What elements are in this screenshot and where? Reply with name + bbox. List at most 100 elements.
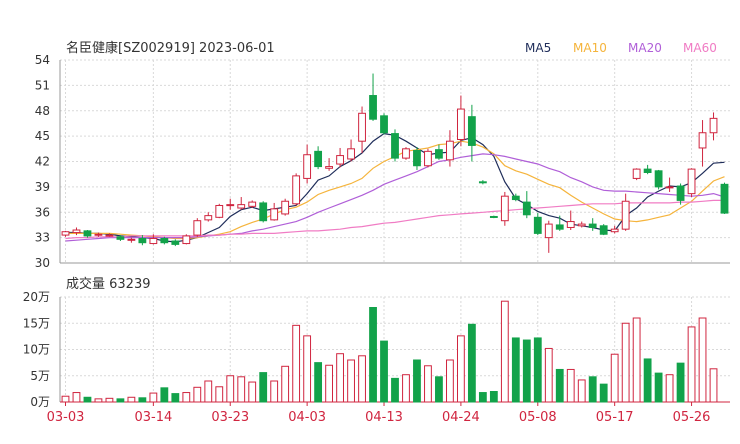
candle-body — [226, 204, 235, 207]
candle-body — [149, 237, 158, 245]
volume-bar — [259, 372, 268, 403]
volume-bar — [72, 392, 81, 403]
candle — [533, 213, 542, 236]
candle-body — [687, 168, 696, 195]
chart-title: 名臣健康[SZ002919] 2023-06-01 — [66, 40, 275, 56]
volume-bar — [182, 392, 191, 403]
candle — [171, 239, 180, 247]
candle-body — [193, 220, 202, 236]
candle — [314, 146, 323, 170]
price-tick-label: 51 — [35, 78, 50, 92]
candle — [237, 197, 246, 210]
candle-body — [456, 108, 465, 141]
candle-body — [215, 204, 224, 218]
volume-bar — [632, 317, 641, 403]
candle-body — [171, 240, 180, 245]
candle — [248, 200, 257, 209]
price-tick-label: 33 — [35, 231, 50, 245]
volume-bar — [599, 383, 608, 403]
candle-body — [358, 112, 366, 142]
candle — [193, 218, 202, 237]
volume-bar — [687, 326, 696, 403]
volume-bar — [544, 347, 553, 403]
candle-body — [544, 223, 553, 239]
price-tick-label: 36 — [35, 205, 50, 219]
candle-body — [259, 202, 268, 222]
volume-title: 成交量 63239 — [66, 276, 151, 292]
volume-bar — [533, 337, 542, 403]
candle — [182, 234, 191, 245]
volume-bar — [621, 322, 630, 403]
volume-bar — [566, 368, 575, 403]
volume-bar — [446, 359, 454, 403]
price-tick-label: 45 — [35, 129, 50, 143]
volume-bar — [467, 323, 476, 403]
candle-body — [72, 229, 81, 234]
candle — [325, 158, 334, 171]
date-tick-label: 03-03 — [47, 410, 85, 425]
volume-bar — [204, 380, 213, 403]
price-tick-label: 54 — [35, 53, 50, 67]
candle-body — [676, 185, 685, 201]
candle — [643, 164, 652, 175]
volume-tick-label: 20万 — [23, 290, 50, 304]
stock-chart-panel: 名臣健康[SZ002919] 2023-06-01 MA5 MA10 MA20 MA6… — [0, 0, 740, 440]
price-tick-label: 48 — [35, 104, 50, 118]
candle-body — [632, 168, 641, 179]
volume-bar — [435, 376, 443, 403]
candle-body — [61, 231, 70, 236]
volume-tick-label: 15万 — [23, 316, 50, 330]
date-tick-label: 04-24 — [442, 410, 480, 425]
candle-body — [643, 168, 652, 173]
candle — [698, 120, 707, 167]
candle — [566, 210, 575, 231]
volume-bar — [709, 368, 718, 403]
candle-body — [709, 117, 718, 134]
candle-body — [369, 95, 377, 120]
volume-bar — [698, 317, 707, 403]
candle-body — [160, 237, 169, 244]
candle-body — [577, 223, 586, 227]
volume-bar — [588, 376, 597, 403]
candle — [347, 139, 355, 162]
volume-bar — [643, 358, 652, 403]
candle — [424, 148, 432, 168]
price-tick-label: 39 — [35, 180, 50, 194]
volume-bar — [94, 398, 103, 403]
candle — [467, 104, 476, 162]
candle-body — [446, 140, 454, 161]
candle-body — [720, 183, 729, 214]
candle — [215, 203, 224, 219]
volume-bar — [402, 374, 410, 403]
candle — [281, 198, 290, 216]
volume-bar — [665, 374, 674, 403]
date-tick-label: 04-03 — [288, 410, 326, 425]
candle-body — [83, 230, 92, 237]
candle-body — [380, 115, 388, 134]
legend-ma20: MA20 — [628, 41, 662, 55]
volume-bar — [577, 379, 586, 403]
candle — [61, 230, 70, 237]
candle — [127, 237, 136, 243]
volume-tick-label: 10万 — [23, 343, 50, 357]
candle — [204, 212, 213, 222]
volume-bar — [314, 362, 323, 403]
volume-bar — [270, 380, 279, 403]
candle-body — [237, 204, 246, 209]
candle-body — [413, 150, 421, 167]
candle — [270, 202, 279, 221]
candle-body — [610, 228, 619, 233]
candle-body — [204, 215, 213, 221]
volume-bar — [676, 362, 685, 403]
candle — [500, 191, 509, 226]
volume-bar — [478, 392, 487, 403]
candle — [303, 144, 312, 184]
candle-body — [665, 186, 674, 189]
candle — [369, 73, 377, 121]
candle-body — [621, 200, 630, 230]
volume-bar — [555, 368, 564, 403]
date-tick-label: 03-23 — [211, 410, 249, 425]
volume-bar — [281, 365, 290, 403]
volume-bar — [61, 395, 70, 403]
candle — [687, 168, 696, 198]
